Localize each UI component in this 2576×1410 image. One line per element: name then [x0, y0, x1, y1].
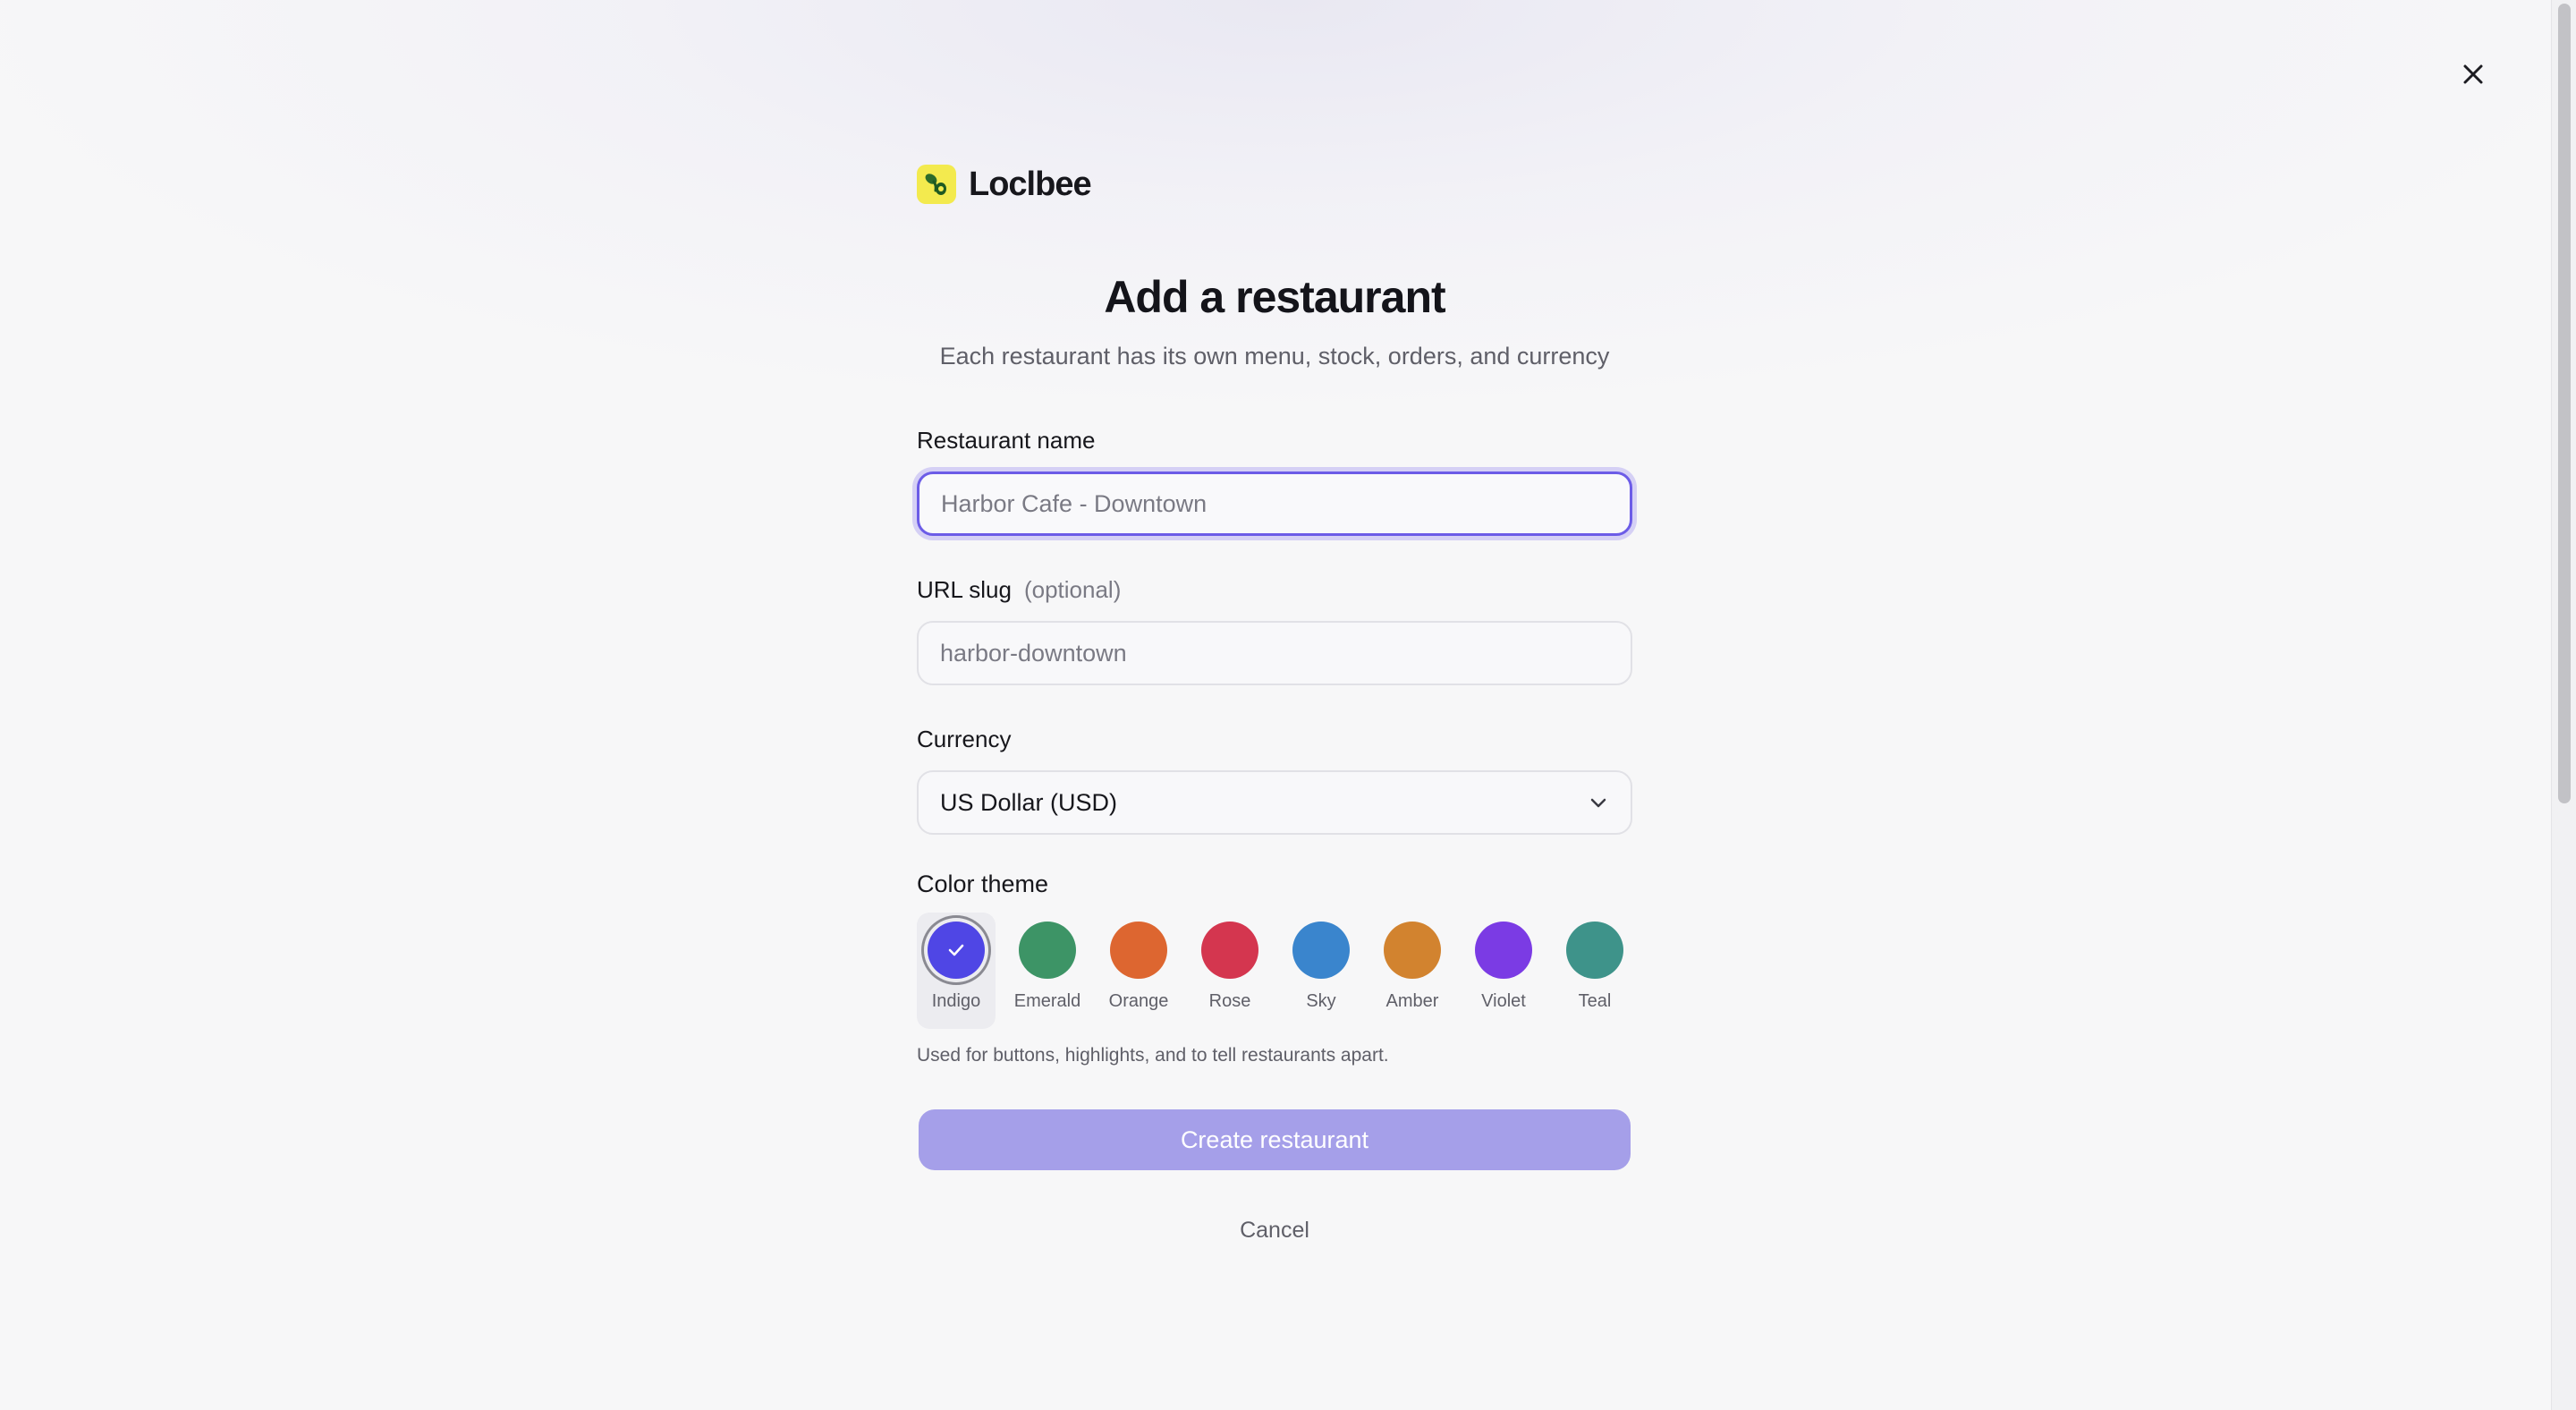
- swatch-color-circle: [1566, 922, 1623, 979]
- restaurant-name-input[interactable]: [917, 471, 1632, 536]
- color-swatch-teal[interactable]: Teal: [1555, 913, 1634, 1029]
- color-swatch-emerald[interactable]: Emerald: [1008, 913, 1087, 1029]
- currency-value: US Dollar (USD): [940, 788, 1118, 816]
- swatch-color-circle: [1019, 922, 1076, 979]
- swatch-color-circle: [928, 922, 985, 979]
- cancel-button[interactable]: Cancel: [917, 1213, 1632, 1247]
- close-button[interactable]: [2456, 57, 2490, 91]
- check-icon: [948, 944, 964, 956]
- chevron-down-icon: [1590, 798, 1606, 808]
- page: Loclbee Add a restaurant Each restaurant…: [0, 0, 2576, 1410]
- swatch-color-circle: [1292, 922, 1350, 979]
- close-icon: [2463, 64, 2483, 84]
- scrollbar-thumb[interactable]: [2558, 4, 2571, 803]
- swatch-color-circle: [1110, 922, 1167, 979]
- page-subtitle: Each restaurant has its own menu, stock,…: [939, 343, 1610, 369]
- brand: Loclbee: [917, 165, 1092, 204]
- color-theme-label: Color theme: [917, 871, 1049, 897]
- page-title: Add a restaurant: [1104, 272, 1445, 322]
- color-theme-picker: Indigo Emerald Orange Rose Sky Amber Violet Tea…: [917, 913, 1632, 1029]
- optional-hint: (optional): [1023, 576, 1122, 603]
- color-swatch-amber[interactable]: Amber: [1373, 913, 1452, 1029]
- swatch-label: Teal: [1578, 991, 1612, 1011]
- currency-select[interactable]: US Dollar (USD): [917, 770, 1632, 835]
- create-restaurant-button[interactable]: Create restaurant: [919, 1109, 1631, 1170]
- swatch-color-circle: [1475, 922, 1532, 979]
- color-swatch-rose[interactable]: Rose: [1191, 913, 1269, 1029]
- swatch-label: Orange: [1108, 991, 1169, 1011]
- swatch-label: Amber: [1385, 991, 1439, 1011]
- swatch-label: Violet: [1481, 991, 1526, 1011]
- swatch-color-circle: [1384, 922, 1441, 979]
- brand-name: Loclbee: [969, 165, 1092, 203]
- color-swatch-sky[interactable]: Sky: [1282, 913, 1360, 1029]
- currency-label: Currency: [917, 726, 1012, 752]
- swatch-label: Emerald: [1013, 991, 1081, 1011]
- restaurant-name-label: Restaurant name: [917, 427, 1096, 454]
- scrollbar[interactable]: [2551, 0, 2576, 1410]
- swatch-color-circle: [1201, 922, 1258, 979]
- url-slug-label-text: URL slug: [917, 576, 1012, 603]
- color-swatch-indigo[interactable]: Indigo: [917, 913, 996, 1029]
- color-swatch-violet[interactable]: Violet: [1464, 913, 1543, 1029]
- swatch-label: Sky: [1306, 991, 1336, 1011]
- url-slug-label: URL slug (optional): [917, 574, 1121, 605]
- color-theme-help: Used for buttons, highlights, and to tel…: [917, 1045, 1389, 1066]
- swatch-label: Indigo: [931, 991, 981, 1011]
- url-slug-input[interactable]: [917, 621, 1632, 685]
- swatch-label: Rose: [1208, 991, 1251, 1011]
- bee-logo-icon: [917, 165, 956, 204]
- color-swatch-orange[interactable]: Orange: [1099, 913, 1178, 1029]
